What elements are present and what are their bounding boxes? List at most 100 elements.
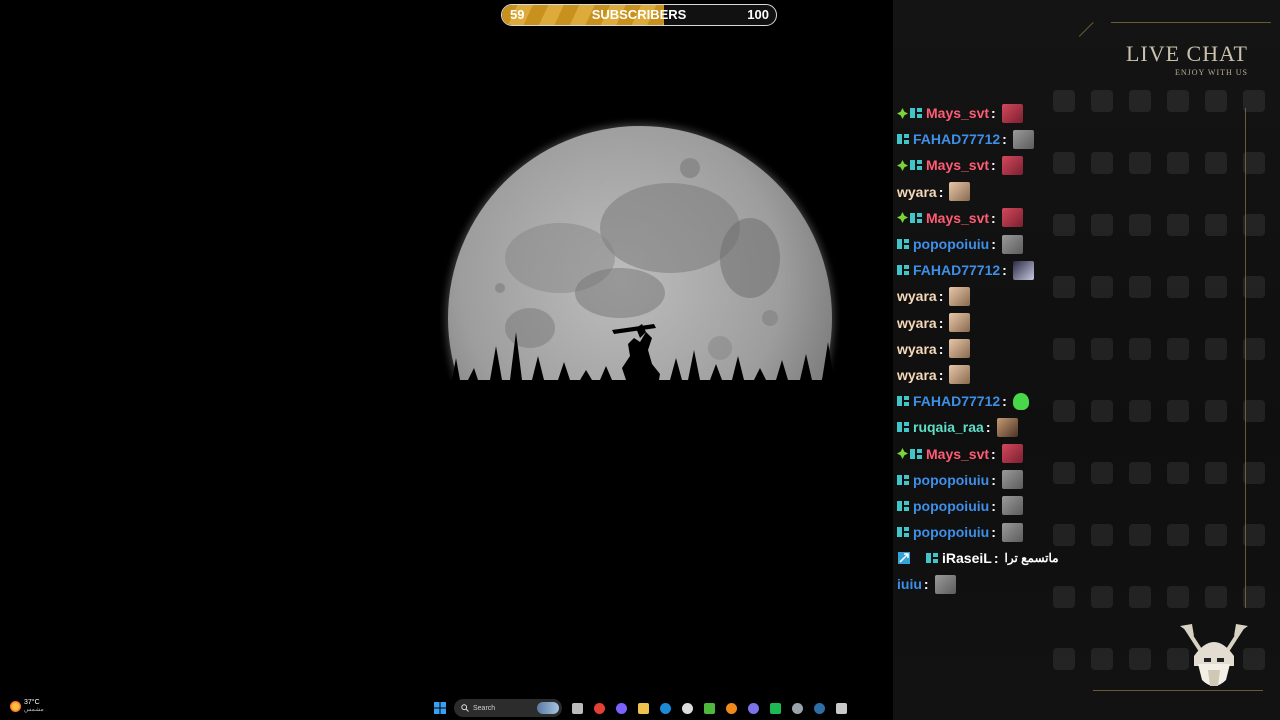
prime-badge-icon bbox=[897, 265, 909, 276]
gray-avatar-emote bbox=[934, 574, 956, 594]
red-avatar-emote bbox=[1001, 208, 1023, 228]
edge-icon[interactable] bbox=[658, 701, 672, 715]
chat-username[interactable]: popopoiuiu bbox=[913, 472, 989, 488]
chat-username[interactable]: Mays_svt bbox=[926, 210, 989, 226]
search-icon bbox=[461, 704, 469, 712]
chat-username[interactable]: FAHAD77712 bbox=[913, 393, 1000, 409]
dark-avatar-emote bbox=[1012, 260, 1034, 280]
plus-badge-icon bbox=[897, 212, 908, 224]
chat-message: wyara: bbox=[897, 283, 1137, 309]
chat-message: Mays_svt: bbox=[897, 100, 1137, 126]
prime-badge-icon bbox=[910, 448, 922, 459]
gray-avatar-emote bbox=[1001, 234, 1023, 254]
chat-separator: : bbox=[991, 471, 996, 488]
xbox-icon[interactable] bbox=[702, 701, 716, 715]
viking-logo-icon bbox=[1178, 622, 1250, 694]
folder-icon[interactable] bbox=[636, 701, 650, 715]
red-avatar-emote bbox=[1001, 155, 1023, 175]
xbox-icon-glyph bbox=[703, 702, 715, 714]
discord-icon[interactable] bbox=[746, 701, 760, 715]
pink-avatar-emote bbox=[949, 365, 971, 385]
start-button[interactable] bbox=[433, 701, 447, 715]
chat-username[interactable]: wyara bbox=[897, 288, 937, 304]
gray-avatar-emote bbox=[1001, 496, 1023, 516]
chat-separator: : bbox=[1002, 262, 1007, 279]
chat-message: popopoiuiu: bbox=[897, 493, 1137, 519]
chat-message: Mays_svt: bbox=[897, 440, 1137, 466]
green-ghost-emote bbox=[1012, 392, 1029, 410]
chat-username[interactable]: Mays_svt bbox=[926, 105, 989, 121]
obs-icon-glyph bbox=[835, 702, 847, 714]
chat-username[interactable]: popopoiuiu bbox=[913, 236, 989, 252]
chat-username[interactable]: wyara bbox=[897, 367, 937, 383]
prime-badge-icon bbox=[897, 527, 909, 538]
panel-frame-corner bbox=[1078, 22, 1094, 37]
chat-message: wyara: bbox=[897, 362, 1137, 388]
chat-message: wyara: bbox=[897, 310, 1137, 336]
chat-username[interactable]: FAHAD77712 bbox=[913, 262, 1000, 278]
steam-icon-glyph bbox=[813, 702, 825, 714]
chat-message: FAHAD77712: bbox=[897, 257, 1137, 283]
chat-separator: : bbox=[1002, 131, 1007, 148]
search-placeholder: Search bbox=[473, 704, 496, 712]
spotify-icon[interactable] bbox=[768, 701, 782, 715]
chat-username[interactable]: popopoiuiu bbox=[913, 524, 989, 540]
chat-separator: : bbox=[993, 550, 999, 567]
prime-badge-icon bbox=[897, 396, 909, 407]
copilot-icon[interactable] bbox=[614, 701, 628, 715]
chat-username[interactable]: wyara bbox=[897, 315, 937, 331]
live-chat-subtitle: ENJOY WITH US bbox=[1175, 68, 1248, 77]
vlc-icon[interactable] bbox=[724, 701, 738, 715]
chat-username[interactable]: Mays_svt bbox=[926, 446, 989, 462]
weather-temperature: 37°C bbox=[24, 699, 40, 706]
copilot-icon-glyph bbox=[615, 702, 627, 714]
chat-message: wyara: bbox=[897, 336, 1137, 362]
vlc-icon-glyph bbox=[725, 702, 737, 714]
weather-widget[interactable]: 37°C مشمس bbox=[10, 699, 44, 714]
chat-separator: : bbox=[938, 183, 944, 200]
chat-message: popopoiuiu: bbox=[897, 519, 1137, 545]
chat-username[interactable]: wyara bbox=[897, 341, 937, 357]
subscriber-goal-count: 100 bbox=[747, 7, 769, 22]
chat-username[interactable]: iRaseiL bbox=[942, 550, 992, 566]
pink-avatar-emote bbox=[949, 286, 971, 306]
chat-separator: : bbox=[991, 524, 996, 541]
chat-separator: : bbox=[938, 366, 944, 383]
chat-message: wyara: bbox=[897, 179, 1137, 205]
chat-username[interactable]: popopoiuiu bbox=[913, 498, 989, 514]
prime-badge-icon bbox=[910, 160, 922, 171]
prime-badge-icon bbox=[910, 108, 922, 119]
chrome-icon[interactable] bbox=[592, 701, 606, 715]
file-explorer-icon-glyph bbox=[571, 702, 583, 714]
prime-badge-icon bbox=[910, 212, 922, 223]
prime-badge-icon bbox=[897, 422, 909, 433]
pink-avatar-emote bbox=[949, 339, 971, 359]
steam-icon[interactable] bbox=[812, 701, 826, 715]
chat-message-list: Mays_svt: FAHAD77712: Mays_svt: wyara: Mays_… bbox=[897, 100, 1137, 598]
chat-message: popopoiuiu: bbox=[897, 467, 1137, 493]
folder-icon-glyph bbox=[637, 702, 649, 714]
obs-icon[interactable] bbox=[834, 701, 848, 715]
chat-message: FAHAD77712: bbox=[897, 126, 1137, 152]
moon-wallpaper bbox=[440, 118, 840, 418]
chat-username[interactable]: FAHAD77712 bbox=[913, 131, 1000, 147]
windows-icon bbox=[434, 702, 446, 714]
chat-username[interactable]: ruqaia_raa bbox=[913, 419, 984, 435]
terminal-icon[interactable] bbox=[790, 701, 804, 715]
chat-message: popopoiuiu: bbox=[897, 231, 1137, 257]
taskbar-search-box[interactable]: Search bbox=[454, 699, 562, 717]
chat-message: Mays_svt: bbox=[897, 152, 1137, 178]
search-highlight-image bbox=[537, 702, 559, 714]
chat-message: ruqaia_raa: bbox=[897, 414, 1137, 440]
chrome-icon-glyph bbox=[593, 702, 605, 714]
chat-separator: : bbox=[991, 157, 996, 174]
chat-separator: : bbox=[938, 314, 944, 331]
panel-frame-top bbox=[1111, 22, 1271, 23]
chat-message: iuiu: bbox=[897, 571, 1137, 597]
chat-username[interactable]: iuiu bbox=[897, 576, 922, 592]
chat-username[interactable]: Mays_svt bbox=[926, 157, 989, 173]
chat-username[interactable]: wyara bbox=[897, 184, 937, 200]
file-explorer-icon[interactable] bbox=[570, 701, 584, 715]
store-icon[interactable] bbox=[680, 701, 694, 715]
store-icon-glyph bbox=[681, 702, 693, 714]
